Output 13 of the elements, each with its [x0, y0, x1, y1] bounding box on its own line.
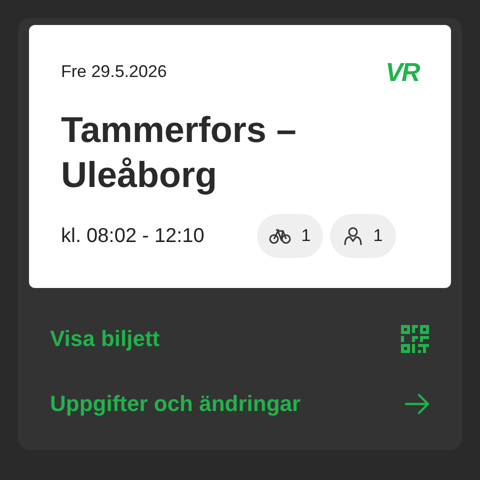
bicycle-icon	[269, 228, 292, 244]
vr-logo: VR	[385, 59, 419, 85]
passenger-chip: 1	[330, 214, 396, 258]
action-link[interactable]: Visa biljett	[29, 306, 451, 371]
action-link[interactable]: Uppgifter och ändringar	[29, 371, 451, 436]
arrow-right-icon	[404, 392, 430, 414]
qr-code-icon	[400, 324, 430, 354]
person-icon	[343, 226, 364, 246]
route-title: Tammerfors – Uleåborg	[61, 108, 298, 197]
travel-date: Fre 29.5.2026	[61, 61, 167, 84]
ticket-card[interactable]: Fre 29.5.2026 VR Tammerfors – Uleåborg kl. 08:02 - 12:10 1 1 Visa biljett Uppgifter och ändringar	[18, 18, 462, 450]
departure-time: kl. 08:02 - 12:10	[61, 224, 206, 249]
passenger-chip: 1	[257, 214, 323, 258]
